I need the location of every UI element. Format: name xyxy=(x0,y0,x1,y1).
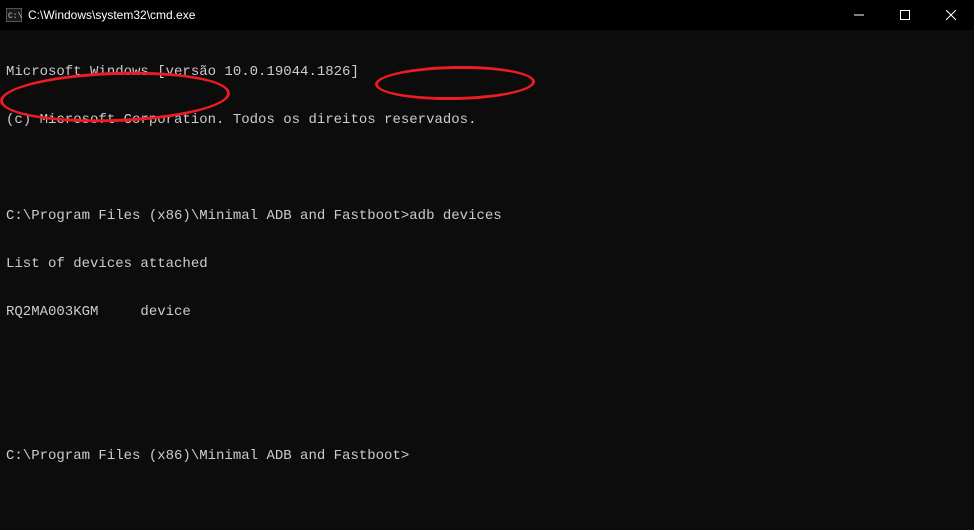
terminal-area[interactable]: Microsoft Windows [versão 10.0.19044.182… xyxy=(0,30,974,530)
cmd-icon: C:\ xyxy=(6,8,22,22)
titlebar: C:\ C:\Windows\system32\cmd.exe xyxy=(0,0,974,30)
device-line: RQ2MA003KGM device xyxy=(6,304,968,320)
output-header: List of devices attached xyxy=(6,256,968,272)
blank-line xyxy=(6,400,968,416)
minimize-button[interactable] xyxy=(836,0,882,30)
prompt-command: adb devices xyxy=(409,208,501,224)
maximize-button[interactable] xyxy=(882,0,928,30)
blank-line xyxy=(6,352,968,368)
copyright-line: (c) Microsoft Corporation. Todos os dire… xyxy=(6,112,968,128)
prompt-path: C:\Program Files (x86)\Minimal ADB and F… xyxy=(6,448,409,464)
version-line: Microsoft Windows [versão 10.0.19044.182… xyxy=(6,64,968,80)
prompt-path: C:\Program Files (x86)\Minimal ADB and F… xyxy=(6,208,409,224)
blank-line xyxy=(6,160,968,176)
window-controls xyxy=(836,0,974,30)
prompt-line-2: C:\Program Files (x86)\Minimal ADB and F… xyxy=(6,448,968,464)
titlebar-left: C:\ C:\Windows\system32\cmd.exe xyxy=(6,8,195,22)
svg-text:C:\: C:\ xyxy=(8,12,22,21)
prompt-line-1: C:\Program Files (x86)\Minimal ADB and F… xyxy=(6,208,968,224)
close-button[interactable] xyxy=(928,0,974,30)
window-title: C:\Windows\system32\cmd.exe xyxy=(28,8,195,22)
